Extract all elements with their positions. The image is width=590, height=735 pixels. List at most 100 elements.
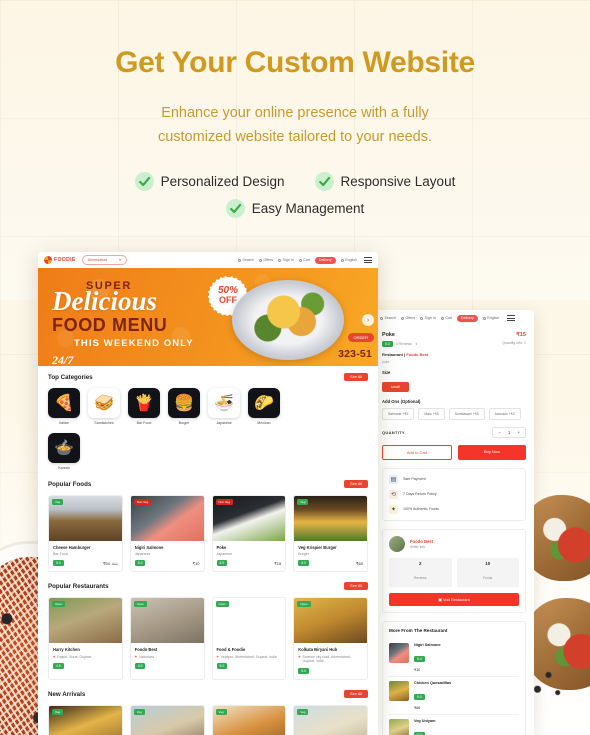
restaurant-card[interactable]: Open Harry Kitchen ⌖ Rajkot, Surat, Gujar… [48, 597, 123, 681]
return-icon: ⟲ [389, 489, 398, 499]
seller-name[interactable]: Foodo Best [410, 539, 433, 544]
detail-navbar: Search Offers Sign In Cart Delivery Engl… [374, 310, 534, 326]
food-card[interactable]: Veg [129, 705, 205, 735]
nav-link-search[interactable]: Search [380, 316, 396, 320]
section-title: New Arrivals [48, 690, 86, 698]
hero-order-button[interactable]: ORDER [347, 333, 374, 342]
food-category: Bar Food [53, 552, 68, 557]
open-tag: Open [215, 601, 229, 608]
logo-icon [44, 256, 52, 264]
visit-label: Visit Restaurant [442, 597, 470, 602]
item-thumbnail [389, 680, 409, 701]
hamburger-icon[interactable] [507, 315, 516, 321]
delivery-toggle[interactable]: Delivery [457, 314, 478, 322]
visit-restaurant-button[interactable]: ▣ Visit Restaurant [389, 592, 519, 606]
nav-link-signin[interactable]: Sign In [278, 258, 294, 262]
new-arrivals-card-row: Veg Veg Veg Veg [48, 705, 368, 735]
food-card[interactable]: Veg Veg Krispier Burger Burger 5.0 ₹60 [293, 495, 368, 573]
product-name: Poke [382, 332, 395, 338]
restaurant-name: Harry Kitchen [53, 647, 80, 653]
food-card[interactable]: Veg [211, 705, 287, 735]
nav-link-offers[interactable]: Offers [258, 258, 273, 262]
category-item-sandwiches[interactable]: 🥪 Sandwiches [88, 388, 120, 425]
open-tag: Open [297, 601, 311, 608]
food-name: Nigiri Salmone [134, 545, 164, 550]
category-item-burger[interactable]: 🍔 Burger [168, 388, 200, 425]
restaurant-line: Restaurant | Foodo Best [382, 352, 526, 357]
category-item-bar-food[interactable]: 🍟 Bar Food [128, 388, 160, 425]
see-all-button[interactable]: See All [344, 373, 368, 381]
food-card[interactable]: Non Veg Poke Japanese 5.0 ₹15 [211, 495, 287, 573]
item-name: Veg Uniyam [414, 718, 436, 723]
rating-badge: 4.9 [53, 663, 64, 670]
addon-option[interactable]: Sombasani +₹5 [448, 407, 485, 420]
nav-link-cart[interactable]: Cart [298, 258, 310, 262]
restaurant-name-link[interactable]: Foodo Best [406, 352, 428, 357]
logo-text: FOODIE [54, 257, 76, 263]
category-item-mexican[interactable]: 🌮 Mexican [248, 388, 280, 425]
see-all-button[interactable]: See All [344, 582, 368, 591]
site-logo[interactable]: FOODIE [44, 256, 76, 264]
addon-option[interactable]: Avocado +₹2 [488, 407, 521, 420]
category-label: Burger [178, 421, 190, 425]
list-item[interactable]: Nigiri Salmone 5.0 ₹10 [389, 639, 519, 677]
veg-tag: Veg [297, 499, 309, 505]
chevron-down-icon: ▾ [119, 258, 121, 262]
food-card[interactable]: Non Veg Nigiri Salmone Japanese 5.0 ₹10 [129, 495, 205, 573]
food-name: Veg Krispier Burger [298, 545, 337, 550]
seller-stats: 2 Reviews 10 Foods [389, 557, 519, 587]
category-item-korean[interactable]: 🍲 Korean [48, 433, 368, 470]
category-item-italian[interactable]: 🍕 Italian [48, 388, 80, 425]
restaurant-card[interactable]: Open Foodo Best ⌖ Vadodara 4.0 [129, 597, 205, 681]
add-to-cart-button[interactable]: Add to Cart [382, 444, 452, 460]
size-option-small[interactable]: small [382, 381, 409, 392]
plus-icon[interactable]: + [517, 430, 520, 435]
section-header: Popular Foods See All [48, 480, 368, 488]
see-all-button[interactable]: See All [344, 480, 368, 488]
language-selector[interactable]: English [482, 316, 499, 320]
quantity-stepper[interactable]: − 1 + [492, 426, 526, 438]
restaurant-card[interactable]: Open Kolkata Biryani Hub ⌖ Science city r… [293, 597, 368, 681]
chevron-right-icon[interactable]: › [362, 314, 374, 326]
buy-now-button[interactable]: Buy Now [458, 444, 526, 460]
size-label: Size [382, 369, 391, 375]
section-title: Popular Foods [48, 480, 92, 488]
more-from-restaurant-panel: More From The Restaurant Nigiri Salmone … [382, 620, 526, 735]
city-selector[interactable]: Ahmedabad ▾ [81, 255, 127, 265]
product-rating-row: 5.0 0 Reviews ⇪ [382, 340, 418, 347]
list-item[interactable]: Veg Uniyam 5.0 [389, 715, 519, 735]
nav-link-search[interactable]: Search [237, 258, 254, 262]
food-card[interactable]: Veg [48, 705, 123, 735]
language-selector[interactable]: English [340, 258, 357, 262]
list-item[interactable]: Chicken Quesadillas 5.0 ₹66 [389, 677, 519, 715]
addon-option[interactable]: Salmone +₹5 [382, 407, 415, 420]
restaurant-card[interactable]: Open Food & Foodie ⌖ Vejalpur, Ahmedabad,… [211, 597, 287, 681]
delivery-toggle[interactable]: Delivery [315, 256, 336, 264]
item-price: ₹10 [414, 667, 421, 672]
food-card[interactable]: Veg Cheese Hamburger Bar Food 5.0 ₹54 ₹60 [48, 495, 123, 573]
feature-list: Personalized Design Responsive Layout Ea… [0, 171, 590, 218]
trust-label: Safe Payment [403, 477, 426, 481]
nav-link-offers[interactable]: Offers [400, 316, 415, 320]
feature-row-2: Easy Management [0, 198, 590, 218]
minus-icon[interactable]: − [498, 430, 501, 435]
location-pin-icon: ⌖ [216, 653, 219, 659]
section-header: New Arrivals See All [48, 690, 368, 699]
restaurant-address: ⌖ Vadodara [134, 653, 154, 659]
restaurant-name: Food & Foodie [216, 647, 246, 653]
item-name: Chicken Quesadillas [414, 680, 452, 685]
trust-item-authentic-foods: ✦ 100% Authentic Foods [389, 504, 519, 514]
nav-link-signin[interactable]: Sign In [420, 316, 436, 320]
category-item-japanese[interactable]: 🍜 Japanese [208, 388, 240, 425]
food-image: Veg [294, 706, 367, 735]
hamburger-icon[interactable] [364, 257, 372, 263]
food-card[interactable]: Veg [293, 705, 368, 735]
quantity-label: QUANTITY [382, 429, 405, 435]
see-all-button[interactable]: See All [344, 690, 368, 699]
share-icon[interactable]: ⇪ [415, 342, 418, 346]
addon-option[interactable]: Malo +₹5 [418, 407, 445, 420]
veg-tag: Veg [215, 709, 227, 716]
page-title: Get Your Custom Website [115, 46, 475, 79]
search-icon [380, 316, 383, 320]
nav-link-cart[interactable]: Cart [440, 316, 452, 320]
